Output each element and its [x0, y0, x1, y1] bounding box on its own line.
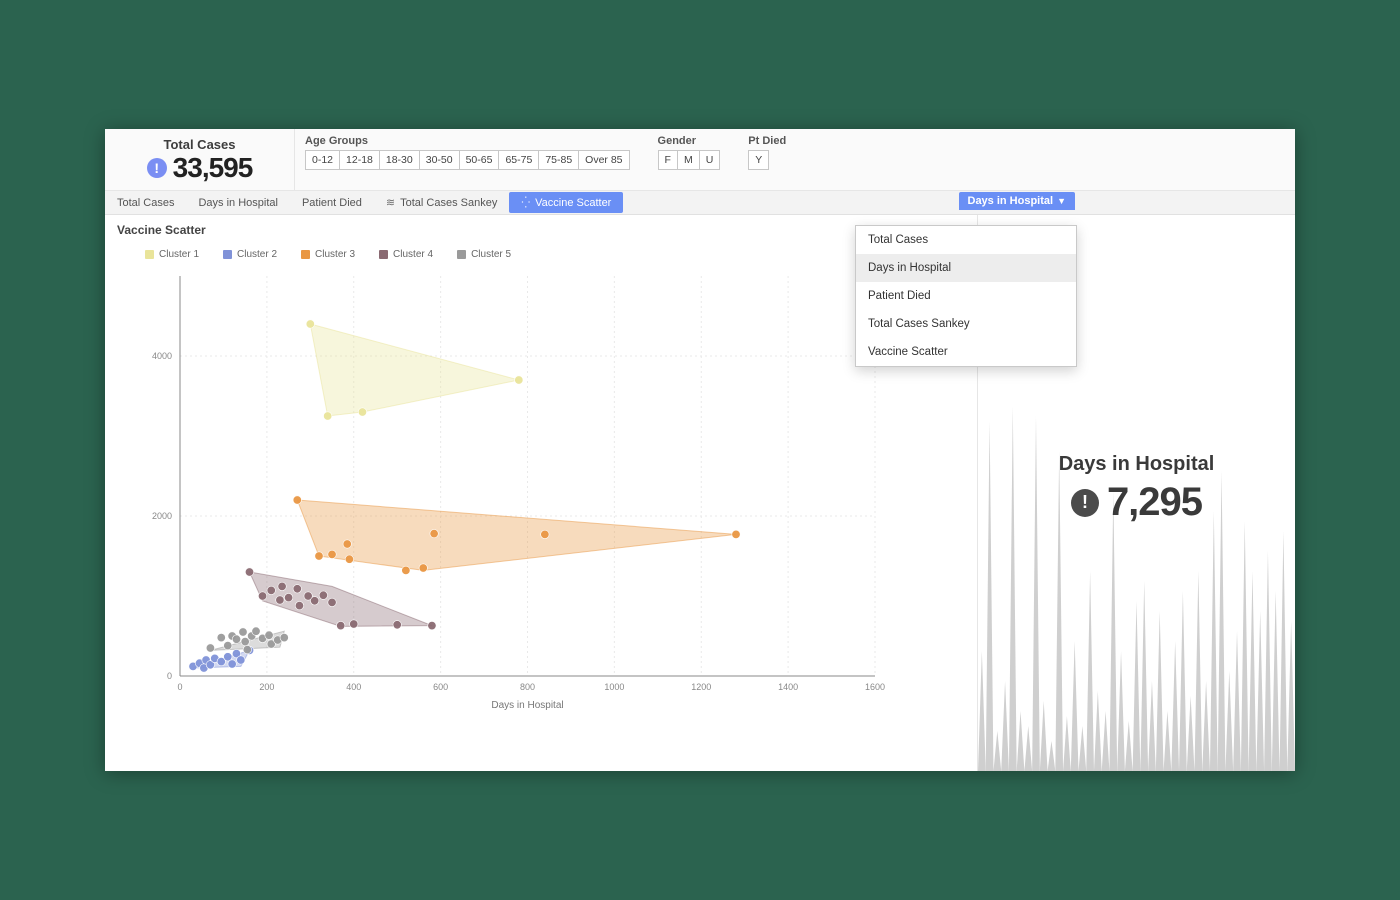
dropdown-item-days-in-hospital[interactable]: Days in Hospital	[856, 254, 1076, 282]
kpi-title: Total Cases	[115, 137, 284, 152]
svg-text:1000: 1000	[604, 682, 624, 692]
svg-text:0: 0	[167, 671, 172, 681]
gender-option-m[interactable]: M	[677, 150, 700, 170]
tab-vaccine-scatter[interactable]: ⁛ Vaccine Scatter	[509, 192, 623, 213]
age-option-65-75[interactable]: 65-75	[498, 150, 539, 170]
filter-age-label: Age Groups	[305, 135, 630, 147]
app-frame: Total Cases ! 33,595 Age Groups 0-1212-1…	[105, 129, 1295, 771]
svg-text:1200: 1200	[691, 682, 711, 692]
age-option-50-65[interactable]: 50-65	[459, 150, 500, 170]
age-option-over-85[interactable]: Over 85	[578, 150, 629, 170]
gender-segment: FMU	[658, 150, 721, 170]
dropdown-item-vaccine-scatter[interactable]: Vaccine Scatter	[856, 338, 1076, 366]
dropdown-item-patient-died[interactable]: Patient Died	[856, 282, 1076, 310]
filter-died: Pt Died Y	[748, 135, 786, 170]
side-chart-selector[interactable]: Days in Hospital ▼	[959, 192, 1076, 210]
svg-text:2000: 2000	[152, 511, 172, 521]
dropdown-item-total-cases-sankey[interactable]: Total Cases Sankey	[856, 310, 1076, 338]
side-kpi: Days in Hospital ! 7,295	[978, 453, 1295, 525]
filter-gender-label: Gender	[658, 135, 721, 147]
legend-item-cluster-3[interactable]: Cluster 3	[301, 249, 355, 260]
legend-item-cluster-4[interactable]: Cluster 4	[379, 249, 433, 260]
died-option-y[interactable]: Y	[748, 150, 769, 170]
alert-icon: !	[147, 158, 167, 178]
sankey-icon: ≋	[386, 196, 395, 209]
tab-label: Vaccine Scatter	[535, 197, 611, 209]
filter-gender: Gender FMU	[658, 135, 721, 170]
tab-label: Total Cases Sankey	[400, 197, 497, 209]
legend-label: Cluster 2	[237, 249, 277, 260]
legend-swatch	[301, 250, 310, 259]
side-kpi-title: Days in Hospital	[978, 453, 1295, 476]
tab-days-in-hospital[interactable]: Days in Hospital	[186, 192, 289, 213]
legend-swatch	[379, 250, 388, 259]
chart-title: Vaccine Scatter	[117, 223, 959, 237]
side-chart-selector-label: Days in Hospital	[968, 195, 1054, 207]
alert-icon: !	[1071, 489, 1099, 517]
legend-swatch	[457, 250, 466, 259]
filters: Age Groups 0-1212-1818-3030-5050-6565-75…	[295, 129, 1295, 190]
scatter-icon: ⁛	[521, 196, 530, 209]
age-option-0-12[interactable]: 0-12	[305, 150, 340, 170]
gender-option-u[interactable]: U	[699, 150, 721, 170]
svg-text:1600: 1600	[865, 682, 885, 692]
age-option-30-50[interactable]: 30-50	[419, 150, 460, 170]
svg-text:400: 400	[346, 682, 361, 692]
died-segment: Y	[748, 150, 786, 170]
svg-text:800: 800	[520, 682, 535, 692]
legend-label: Cluster 3	[315, 249, 355, 260]
chart-pane: Vaccine Scatter Cluster 1Cluster 2Cluste…	[105, 215, 977, 771]
legend-label: Cluster 4	[393, 249, 433, 260]
legend-swatch	[145, 250, 154, 259]
tabstrip: Total Cases Days in Hospital Patient Died ≋…	[105, 191, 1295, 215]
legend-label: Cluster 1	[159, 249, 199, 260]
svg-text:0: 0	[177, 682, 182, 692]
tab-patient-died[interactable]: Patient Died	[290, 192, 374, 213]
tab-label: Total Cases	[117, 197, 174, 209]
legend-swatch	[223, 250, 232, 259]
svg-text:Days in Hospital: Days in Hospital	[491, 700, 563, 711]
age-option-12-18[interactable]: 12-18	[339, 150, 380, 170]
main: Vaccine Scatter Cluster 1Cluster 2Cluste…	[105, 215, 1295, 771]
caret-down-icon: ▼	[1057, 196, 1066, 206]
filter-age: Age Groups 0-1212-1818-3030-5050-6565-75…	[305, 135, 630, 170]
scatter-plot[interactable]: 0 200 400 600 800 1000 1200 1400 1600 0 2000 4000 Da…	[125, 266, 885, 716]
legend-label: Cluster 5	[471, 249, 511, 260]
tab-label: Days in Hospital	[198, 197, 277, 209]
legend-item-cluster-5[interactable]: Cluster 5	[457, 249, 511, 260]
svg-text:200: 200	[259, 682, 274, 692]
topbar: Total Cases ! 33,595 Age Groups 0-1212-1…	[105, 129, 1295, 191]
legend-item-cluster-1[interactable]: Cluster 1	[145, 249, 199, 260]
age-option-75-85[interactable]: 75-85	[538, 150, 579, 170]
gender-option-f[interactable]: F	[658, 150, 678, 170]
side-kpi-value: 7,295	[1107, 480, 1202, 525]
svg-text:4000: 4000	[152, 351, 172, 361]
side-chart-dropdown[interactable]: Total CasesDays in HospitalPatient DiedT…	[855, 225, 1077, 367]
tab-total-cases[interactable]: Total Cases	[105, 192, 186, 213]
age-segment: 0-1212-1818-3030-5050-6565-7575-85Over 8…	[305, 150, 630, 170]
legend-item-cluster-2[interactable]: Cluster 2	[223, 249, 277, 260]
legend: Cluster 1 Cluster 2 Cluster 3 Cluster 4 Clus…	[145, 249, 959, 260]
filter-died-label: Pt Died	[748, 135, 786, 147]
kpi-total-cases: Total Cases ! 33,595	[105, 129, 295, 190]
svg-text:1400: 1400	[778, 682, 798, 692]
tab-total-cases-sankey[interactable]: ≋ Total Cases Sankey	[374, 192, 509, 213]
age-option-18-30[interactable]: 18-30	[379, 150, 420, 170]
dropdown-item-total-cases[interactable]: Total Cases	[856, 226, 1076, 254]
svg-text:600: 600	[433, 682, 448, 692]
kpi-value: 33,595	[173, 152, 253, 184]
tab-label: Patient Died	[302, 197, 362, 209]
